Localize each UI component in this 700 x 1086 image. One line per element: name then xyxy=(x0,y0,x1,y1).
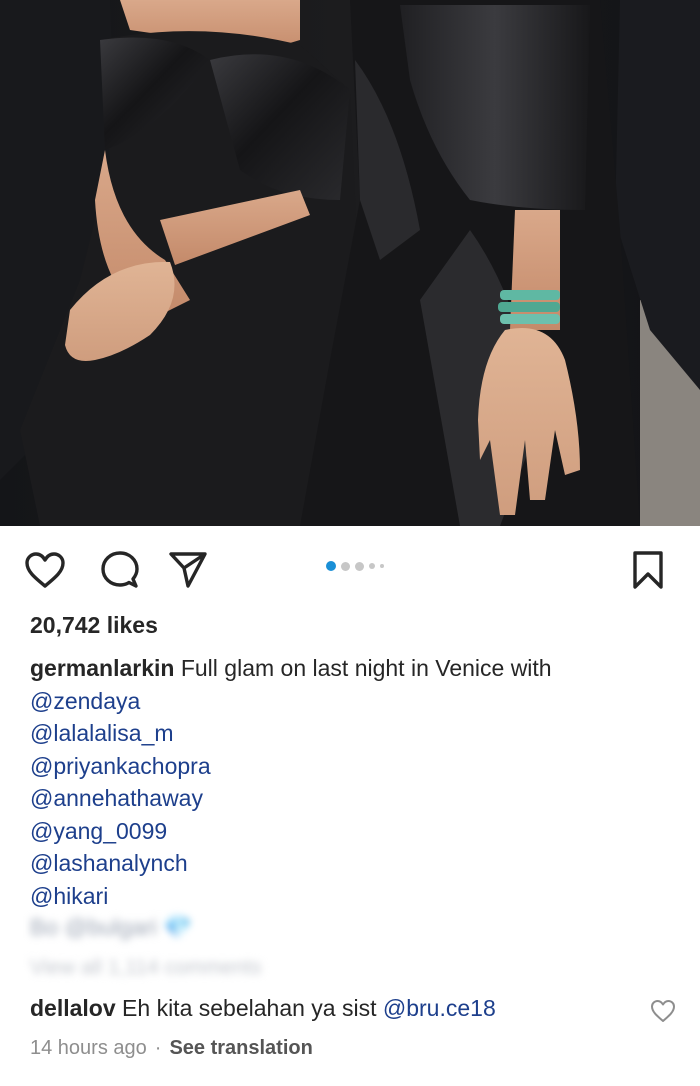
view-all-comments-link[interactable]: View all 1,114 comments xyxy=(30,956,262,980)
mention-link[interactable]: @lashanalynch xyxy=(30,847,680,880)
likes-count[interactable]: 20,742 likes xyxy=(30,612,158,639)
share-icon xyxy=(168,551,208,589)
mention-link[interactable]: @annehathaway xyxy=(30,782,680,815)
comment-like-button[interactable] xyxy=(650,999,678,1025)
carousel-dot xyxy=(380,564,384,568)
heart-icon xyxy=(24,551,66,589)
comment-row: dellalov Eh kita sebelahan ya sist @bru.… xyxy=(30,995,496,1022)
see-translation-link[interactable]: See translation xyxy=(169,1037,312,1059)
heart-icon xyxy=(650,1000,676,1027)
carousel-dot xyxy=(369,563,375,569)
comment-text: Eh kita sebelahan ya sist xyxy=(122,995,377,1021)
comment-timestamp: 14 hours ago xyxy=(30,1037,147,1059)
mention-link[interactable]: @lalalalisa_m xyxy=(30,717,680,750)
mention-link[interactable]: @zendaya xyxy=(30,685,680,718)
comment-author[interactable]: dellalov xyxy=(30,995,116,1021)
carousel-dot-active xyxy=(326,561,336,571)
post-caption: germanlarkin Full glam on last night in … xyxy=(30,652,680,912)
blurred-caption-line: Bo @bulgari 💎 xyxy=(30,914,192,940)
like-button[interactable] xyxy=(23,548,67,592)
save-button[interactable] xyxy=(626,548,670,592)
caption-text: Full glam on last night in Venice with xyxy=(180,655,552,681)
carousel-dot xyxy=(355,561,364,571)
comment-meta: 14 hours ago · See translation xyxy=(30,1037,313,1060)
mention-link[interactable]: @yang_0099 xyxy=(30,815,680,848)
mention-link[interactable]: @hikari xyxy=(30,880,680,913)
meta-separator: · xyxy=(154,1037,162,1059)
caption-author[interactable]: germanlarkin xyxy=(30,655,174,681)
carousel-dot xyxy=(341,561,350,571)
post-photo[interactable] xyxy=(0,0,700,526)
comment-icon xyxy=(100,550,140,590)
carousel-indicator xyxy=(326,561,384,571)
comment-button[interactable] xyxy=(98,548,142,592)
bookmark-icon xyxy=(631,550,665,590)
post-photo-illustration xyxy=(0,0,700,526)
share-button[interactable] xyxy=(166,548,210,592)
comment-mention[interactable]: @bru.ce18 xyxy=(383,995,496,1021)
mention-link[interactable]: @priyankachopra xyxy=(30,750,680,783)
